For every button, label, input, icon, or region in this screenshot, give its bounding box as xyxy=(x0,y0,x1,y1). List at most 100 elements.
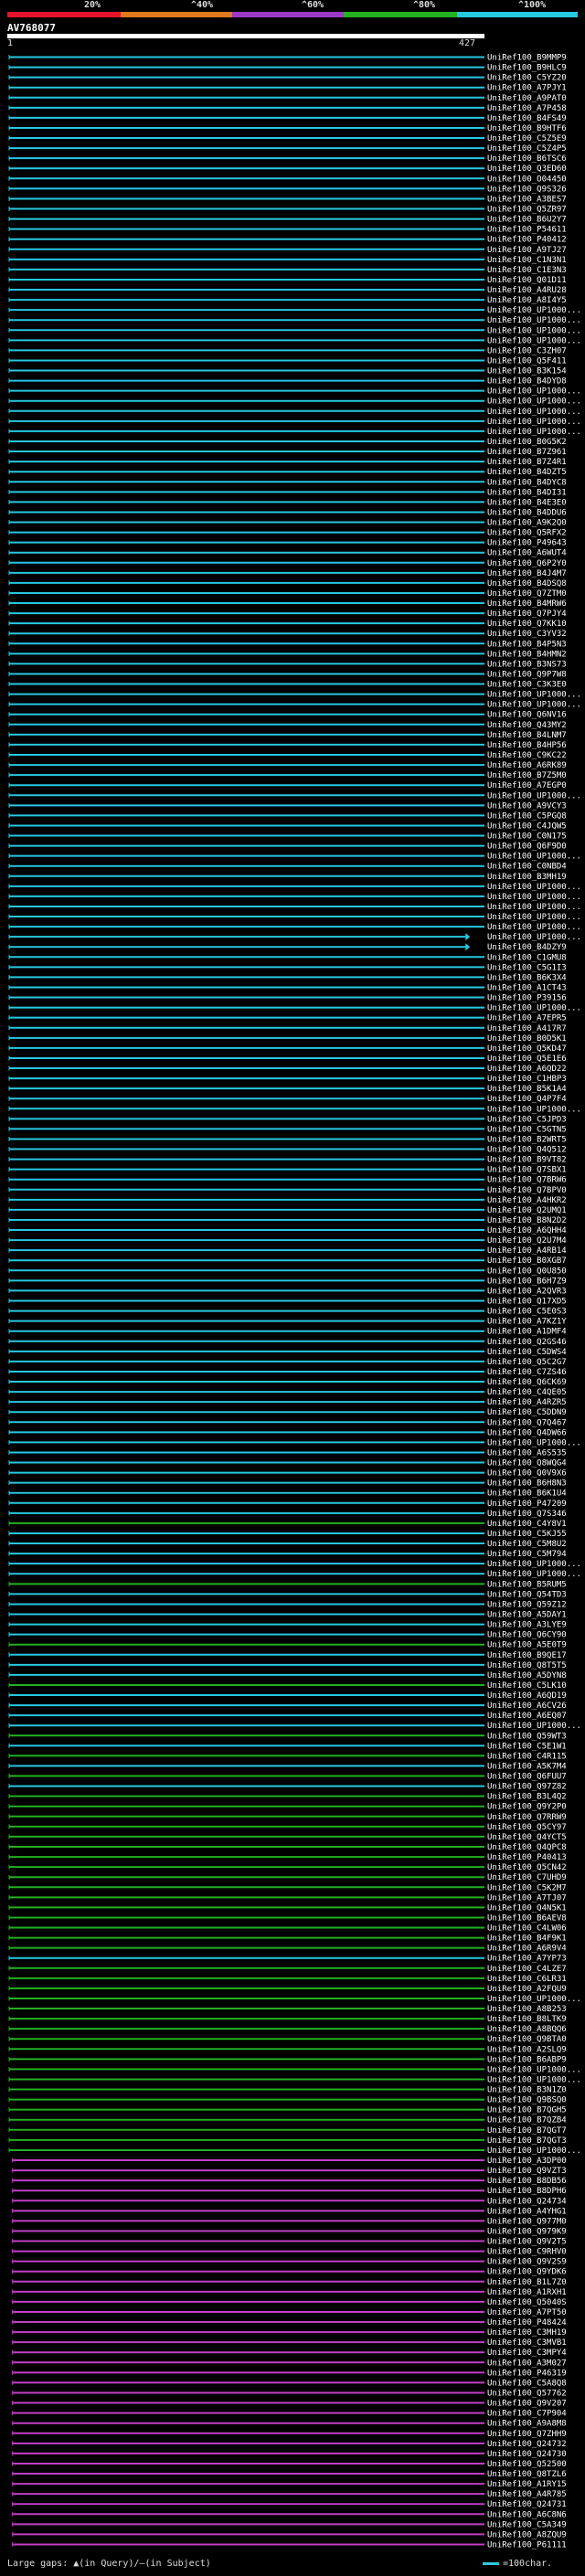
hit-label[interactable]: UniRef100_Q979K9 xyxy=(487,2227,567,2236)
hit-label[interactable]: UniRef100_A6RK89 xyxy=(487,761,567,770)
hit-row[interactable]: UniRef100_A3DP00 xyxy=(12,2157,567,2166)
hit-label[interactable]: UniRef100_C5GTN5 xyxy=(487,1125,567,1134)
hit-label[interactable]: UniRef100_UP1000... xyxy=(487,791,581,800)
hit-row[interactable]: UniRef100_B4HMN2 xyxy=(8,650,567,659)
hit-row[interactable]: UniRef100_Q7BRW6 xyxy=(8,1176,567,1185)
hit-label[interactable]: UniRef100_Q8TZL6 xyxy=(487,2470,567,2479)
hit-label[interactable]: UniRef100_UP1000... xyxy=(487,408,581,417)
hit-row[interactable]: UniRef100_A6QD22 xyxy=(8,1065,567,1074)
hit-label[interactable]: UniRef100_Q5RFX2 xyxy=(487,529,567,538)
hit-label[interactable]: UniRef100_B5RUM5 xyxy=(487,1580,567,1589)
hit-row[interactable]: UniRef100_B8LTK9 xyxy=(8,2015,567,2024)
hit-row[interactable]: UniRef100_C7ZS46 xyxy=(8,1368,567,1377)
hit-label[interactable]: UniRef100_Q6NV16 xyxy=(487,711,567,720)
hit-label[interactable]: UniRef100_B7QGT7 xyxy=(487,2126,567,2136)
hit-label[interactable]: UniRef100_B9MMP9 xyxy=(487,54,567,63)
hit-label[interactable]: UniRef100_UP1000... xyxy=(487,1438,581,1447)
hit-label[interactable]: UniRef100_Q01D11 xyxy=(487,276,567,285)
hit-label[interactable]: UniRef100_Q7Q467 xyxy=(487,1418,567,1427)
hit-row[interactable]: UniRef100_UP1000... xyxy=(8,408,581,417)
hit-row[interactable]: UniRef100_B0G5K2 xyxy=(8,438,567,447)
hit-row[interactable]: UniRef100_B5RUM5 xyxy=(8,1580,567,1589)
hit-row[interactable]: UniRef100_Q9V2S9 xyxy=(12,2258,567,2267)
hit-row[interactable]: UniRef100_Q5F411 xyxy=(8,356,567,366)
hit-row[interactable]: UniRef100_Q9V2T5 xyxy=(12,2238,567,2247)
hit-row[interactable]: UniRef100_B3N1Z0 xyxy=(8,2086,567,2095)
hit-label[interactable]: UniRef100_A6S535 xyxy=(487,1448,567,1458)
hit-label[interactable]: UniRef100_A7KZ1Y xyxy=(487,1318,567,1327)
hit-label[interactable]: UniRef100_Q59WT3 xyxy=(487,1732,567,1741)
hit-row[interactable]: UniRef100_C0NBD4 xyxy=(8,863,567,872)
hit-row[interactable]: UniRef100_B6TSC6 xyxy=(8,154,567,164)
hit-row[interactable]: UniRef100_B7QGH5 xyxy=(8,2106,567,2115)
hit-row[interactable]: UniRef100_Q8TZL6 xyxy=(12,2470,567,2479)
hit-label[interactable]: UniRef100_B6U2Y7 xyxy=(487,216,567,225)
hit-row[interactable]: UniRef100_B9VT82 xyxy=(8,1156,567,1165)
hit-row[interactable]: UniRef100_C5PGQ8 xyxy=(8,811,567,821)
hit-label[interactable]: UniRef100_Q17XD5 xyxy=(487,1298,567,1307)
hit-row[interactable]: UniRef100_A7KZ1Y xyxy=(8,1318,567,1327)
hit-row[interactable]: UniRef100_Q6F9D0 xyxy=(8,843,567,852)
hit-label[interactable]: UniRef100_Q9BSQ0 xyxy=(487,2096,567,2105)
hit-label[interactable]: UniRef100_A5K7M4 xyxy=(487,1762,567,1771)
hit-row[interactable]: UniRef100_A9A8M8 xyxy=(12,2420,567,2429)
hit-label[interactable]: UniRef100_UP1000... xyxy=(487,428,581,437)
hit-label[interactable]: UniRef100_UP1000... xyxy=(487,883,581,892)
hit-label[interactable]: UniRef100_C3YV32 xyxy=(487,630,567,639)
hit-row[interactable]: UniRef100_UP1000... xyxy=(8,1004,581,1013)
hit-row[interactable]: UniRef100_A8ZQU9 xyxy=(12,2530,567,2539)
hit-label[interactable]: UniRef100_P54611 xyxy=(487,226,567,235)
hit-label[interactable]: UniRef100_Q2GS46 xyxy=(487,1338,567,1347)
hit-row[interactable]: UniRef100_Q9S326 xyxy=(8,185,567,194)
hit-label[interactable]: UniRef100_Q5040S xyxy=(487,2298,567,2307)
hit-label[interactable]: UniRef100_P40412 xyxy=(487,236,567,245)
hit-label[interactable]: UniRef100_B8DPH6 xyxy=(487,2187,567,2196)
hit-row[interactable]: UniRef100_Q9V207 xyxy=(12,2400,567,2409)
hit-label[interactable]: UniRef100_B9QE17 xyxy=(487,1651,567,1660)
hit-label[interactable]: UniRef100_B3K154 xyxy=(487,367,567,376)
hit-label[interactable]: UniRef100_A7P458 xyxy=(487,104,567,113)
hit-label[interactable]: UniRef100_C3ZH07 xyxy=(487,346,567,355)
hit-row[interactable]: UniRef100_B9HTF6 xyxy=(8,124,567,133)
hit-row[interactable]: UniRef100_A6CV26 xyxy=(8,1701,567,1711)
hit-label[interactable]: UniRef100_A3LYE9 xyxy=(487,1621,567,1630)
hit-row[interactable]: UniRef100_B6AEV8 xyxy=(8,1913,567,1923)
hit-label[interactable]: UniRef100_Q9S326 xyxy=(487,185,567,194)
hit-row[interactable]: UniRef100_P48424 xyxy=(12,2318,567,2327)
hit-row[interactable]: UniRef100_C5KJ55 xyxy=(8,1530,567,1539)
hit-row[interactable]: UniRef100_B8DB56 xyxy=(12,2177,567,2186)
hit-row[interactable]: UniRef100_Q59WT3 xyxy=(8,1732,567,1741)
hit-label[interactable]: UniRef100_C9RHV0 xyxy=(487,2248,567,2257)
hit-label[interactable]: UniRef100_Q7ZTM0 xyxy=(487,589,567,599)
hit-row[interactable]: UniRef100_B8N2D2 xyxy=(8,1216,567,1225)
hit-label[interactable]: UniRef100_C5JPD3 xyxy=(487,1115,567,1124)
hit-row[interactable]: UniRef100_UP1000... xyxy=(8,883,581,892)
hit-row[interactable]: UniRef100_Q4N5K1 xyxy=(8,1903,567,1913)
hit-row[interactable]: UniRef100_B7Z961 xyxy=(8,448,567,457)
hit-label[interactable]: UniRef100_C0N175 xyxy=(487,832,567,842)
hit-label[interactable]: UniRef100_B6ABP9 xyxy=(487,2055,567,2064)
hit-row[interactable]: UniRef100_UP1000... xyxy=(8,428,581,437)
hit-label[interactable]: UniRef100_Q2U7M4 xyxy=(487,1236,567,1246)
hit-row[interactable]: UniRef100_Q97Z82 xyxy=(8,1783,567,1792)
hit-row[interactable]: UniRef100_O04450 xyxy=(8,175,567,184)
hit-label[interactable]: UniRef100_Q8T5T5 xyxy=(487,1661,567,1670)
hit-label[interactable]: UniRef100_A6QD19 xyxy=(487,1691,567,1701)
hit-label[interactable]: UniRef100_Q3ED60 xyxy=(487,164,567,174)
hit-label[interactable]: UniRef100_B3L4Q2 xyxy=(487,1793,567,1802)
hit-row[interactable]: UniRef100_C4QE05 xyxy=(8,1388,567,1397)
hit-label[interactable]: UniRef100_B7Z961 xyxy=(487,448,567,457)
hit-row[interactable]: UniRef100_B7Z4R1 xyxy=(8,458,567,467)
hit-row[interactable]: UniRef100_A6EQ07 xyxy=(8,1712,567,1721)
hit-label[interactable]: UniRef100_UP1000... xyxy=(487,336,581,345)
hit-row[interactable]: UniRef100_A2FQU9 xyxy=(8,1985,567,1994)
hit-row[interactable]: UniRef100_C4Y8V1 xyxy=(8,1520,567,1529)
hit-row[interactable]: UniRef100_UP1000... xyxy=(8,2075,581,2084)
hit-row[interactable]: UniRef100_C5E0S3 xyxy=(8,1308,567,1317)
hit-row[interactable]: UniRef100_C4LW06 xyxy=(8,1924,567,1934)
hit-row[interactable]: UniRef100_B4E3E0 xyxy=(8,498,567,507)
hit-row[interactable]: UniRef100_B4DDU6 xyxy=(8,508,567,517)
hit-row[interactable]: UniRef100_B3MH19 xyxy=(8,873,567,882)
hit-row[interactable]: UniRef100_C5DWS4 xyxy=(8,1348,567,1357)
hit-label[interactable]: UniRef100_B4HMN2 xyxy=(487,650,567,659)
